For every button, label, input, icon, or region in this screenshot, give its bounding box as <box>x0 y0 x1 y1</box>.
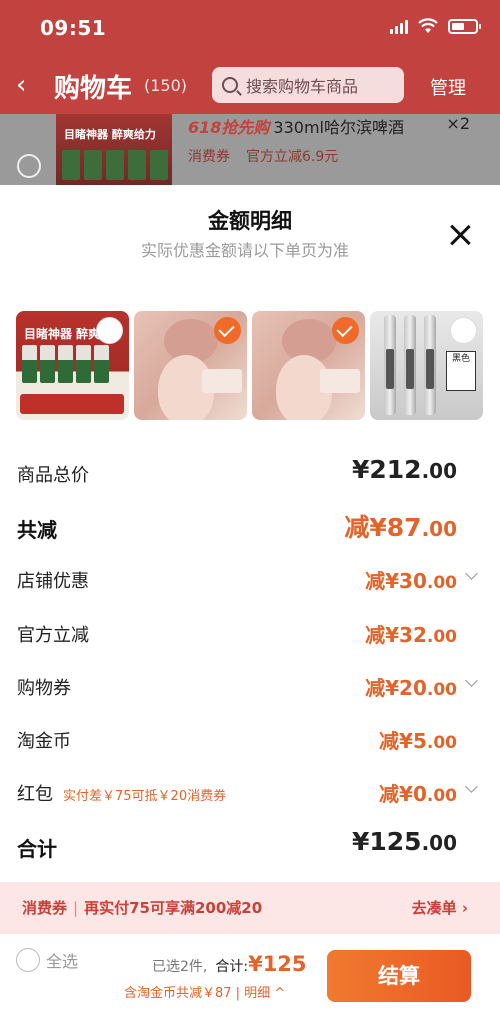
item-checkbox[interactable] <box>17 154 41 178</box>
row-label: 购物券 <box>17 678 71 699</box>
cart-page-background: 09:51 ‹ 购物车 (150) 搜索购物车商品 管理 目睹神器 醉爽给力 6… <box>0 0 500 185</box>
item-title: 618抢先购 330ml哈尔滨啤酒 <box>188 114 404 138</box>
search-icon <box>222 77 238 93</box>
select-circle-icon <box>16 948 40 972</box>
manage-button[interactable]: 管理 <box>430 74 466 100</box>
row-grand-total: 合计 ¥125.00 <box>0 825 500 865</box>
item-title-text: 330ml哈尔滨啤酒 <box>273 118 404 137</box>
nav-bar: ‹ 购物车 (150) 搜索购物车商品 管理 <box>0 58 500 114</box>
coupon-label: 消费券 <box>188 149 230 165</box>
row-red-packet[interactable]: 红包 实付差￥75可抵￥20消费券 减¥0.00 <box>0 772 500 812</box>
back-icon[interactable]: ‹ <box>16 70 26 100</box>
red-packet-note: 实付差￥75可抵￥20消费券 <box>63 789 227 804</box>
signal-icon <box>390 18 408 34</box>
row-label: 官方立减 <box>17 625 89 646</box>
checkout-footer: 全选 已选2件, 合计:¥125 含淘金币共减￥87 | 明细 ^ 结算 <box>0 934 500 1014</box>
chevron-down-icon[interactable] <box>465 674 478 687</box>
discount-label: 官方立减6.9元 <box>246 149 339 165</box>
sheet-title: 金额明细 <box>208 209 292 233</box>
row-taojinbi: 淘金币 减¥5.00 <box>0 719 500 759</box>
promo-tag: 618抢先购 <box>188 118 270 137</box>
select-all-checkbox[interactable]: 全选 <box>16 948 78 972</box>
page-title: 购物车 <box>54 74 133 104</box>
product-thumb-beer[interactable]: 目睹神器 醉爽 <box>16 311 129 420</box>
row-value: 减¥20.00 <box>365 676 457 700</box>
product-thumb-cushion-a[interactable] <box>134 311 247 420</box>
select-circle-icon[interactable] <box>450 317 477 344</box>
row-label: 商品总价 <box>17 465 89 486</box>
row-label: 合计 <box>17 837 57 861</box>
checkout-button[interactable]: 结算 <box>327 950 471 1002</box>
row-label: 店铺优惠 <box>17 571 89 592</box>
row-value: 减¥30.00 <box>365 569 457 593</box>
status-bar: 09:51 <box>0 0 500 58</box>
battery-icon <box>448 18 481 34</box>
item-discounts: 消费券 官方立减6.9元 <box>188 146 354 166</box>
promo-text: 消费券 | 再实付75可享满200减20 <box>22 899 263 917</box>
checkmark-icon[interactable] <box>214 317 241 344</box>
chevron-down-icon[interactable] <box>465 780 478 793</box>
add-items-link[interactable]: 去凑单 › <box>412 897 468 918</box>
row-total-reduction: 共减 减¥87.00 <box>0 506 500 546</box>
cart-item: 目睹神器 醉爽给力 618抢先购 330ml哈尔滨啤酒 ×2 消费券 官方立减6.9… <box>0 114 500 185</box>
detail-toggle[interactable]: 含淘金币共减￥87 | 明细 ^ <box>124 982 285 1001</box>
beer-thumbnail: 目睹神器 醉爽给力 <box>56 114 172 185</box>
product-thumb-pens[interactable]: 黑色 <box>370 311 483 420</box>
amount-detail-sheet: 金额明细 实际优惠金额请以下单页为准 目睹神器 醉爽 黑色 商品总价 ¥212.… <box>0 185 500 1014</box>
wifi-icon <box>418 18 438 33</box>
sheet-subtitle: 实际优惠金额请以下单页为准 <box>140 241 349 260</box>
thumb-caption: 目睹神器 醉爽 <box>24 327 101 341</box>
product-thumbnails: 目睹神器 醉爽 黑色 <box>16 311 483 420</box>
total-amount: ¥125 <box>248 952 307 976</box>
search-input[interactable]: 搜索购物车商品 <box>212 67 404 103</box>
product-thumb-cushion-b[interactable] <box>252 311 365 420</box>
thumb-text: 目睹神器 醉爽给力 <box>64 128 156 141</box>
pen-color-tag: 黑色 <box>446 351 476 391</box>
item-quantity: ×2 <box>446 114 470 133</box>
row-value: 减¥87.00 <box>344 513 457 542</box>
row-official-discount: 官方立减 减¥32.00 <box>0 613 500 653</box>
row-value: 减¥5.00 <box>379 729 457 753</box>
select-all-label: 全选 <box>46 952 79 971</box>
row-label: 淘金币 <box>17 731 71 752</box>
status-icons <box>390 18 481 34</box>
row-goods-total: 商品总价 ¥212.00 <box>0 453 500 493</box>
row-value: ¥125.00 <box>351 827 457 856</box>
row-shopping-coupon[interactable]: 购物券 减¥20.00 <box>0 666 500 706</box>
coupon-promo-bar[interactable]: 消费券 | 再实付75可享满200减20 去凑单 › <box>0 882 500 934</box>
close-icon[interactable] <box>448 223 472 247</box>
row-value: 减¥0.00 <box>379 782 457 806</box>
status-time: 09:51 <box>40 16 107 40</box>
search-placeholder: 搜索购物车商品 <box>246 77 359 96</box>
select-circle-icon[interactable] <box>96 317 123 344</box>
row-value: ¥212.00 <box>351 455 457 484</box>
checkmark-icon[interactable] <box>332 317 359 344</box>
row-label: 共减 <box>17 518 57 542</box>
row-store-discount[interactable]: 店铺优惠 减¥30.00 <box>0 559 500 599</box>
selection-summary: 已选2件, 合计:¥125 <box>152 952 307 976</box>
row-value: 减¥32.00 <box>365 623 457 647</box>
cart-count: (150) <box>144 76 188 95</box>
chevron-down-icon[interactable] <box>465 567 478 580</box>
row-label: 红包 实付差￥75可抵￥20消费券 <box>17 784 227 805</box>
